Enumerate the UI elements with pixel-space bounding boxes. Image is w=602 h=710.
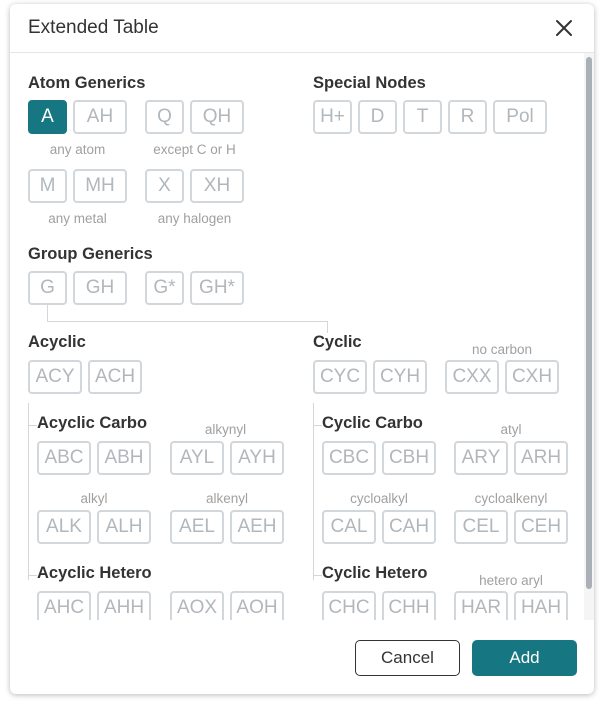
acyclic-hetero-button-AOH[interactable]: AOH [230, 591, 284, 620]
group-button-G-star[interactable]: G* [145, 271, 184, 305]
acyclic-button-ACY[interactable]: ACY [28, 360, 82, 394]
special-button-R[interactable]: R [448, 100, 487, 134]
atom-button-Q[interactable]: Q [145, 100, 184, 134]
caption-cycloalkyl: cycloalkyl [350, 491, 408, 506]
acyclic-tree-line [28, 575, 37, 576]
caption-any-halogen: any halogen [157, 211, 232, 226]
atom-button-AH[interactable]: AH [73, 100, 127, 134]
cyclic-hetero-button-HAR[interactable]: HAR [454, 591, 508, 620]
section-cyclic-carbo-title: Cyclic Carbo [322, 414, 426, 433]
section-cyclic-hetero-title: Cyclic Hetero [322, 564, 431, 583]
acyclic-carbo-button-AYH[interactable]: AYH [230, 441, 284, 475]
scrollbar[interactable] [584, 53, 594, 620]
atom-button-A[interactable]: A [28, 100, 67, 134]
caption-alkynyl: alkynyl [204, 422, 247, 437]
group-button-G[interactable]: G [28, 271, 67, 305]
cyclic-tree-line [313, 425, 322, 426]
acyclic-carbo-button-AYL[interactable]: AYL [170, 441, 224, 475]
connector-line [47, 305, 48, 322]
group-button-GH[interactable]: GH [73, 271, 127, 305]
section-atom-generics-title: Atom Generics [28, 74, 146, 92]
cyclic-tree-line [313, 575, 322, 576]
cyclic-button-CYC[interactable]: CYC [313, 360, 367, 394]
cyclic-carbo-button-CEH[interactable]: CEH [514, 510, 568, 544]
caption-alkenyl: alkenyl [205, 491, 249, 506]
atom-button-QH[interactable]: QH [190, 100, 244, 134]
cyclic-button-CXX[interactable]: CXX [445, 360, 499, 394]
cyclic-carbo-button-CBH[interactable]: CBH [382, 441, 436, 475]
atom-button-M[interactable]: M [28, 169, 67, 203]
cyclic-button-CYH[interactable]: CYH [373, 360, 427, 394]
cyclic-carbo-button-CBC[interactable]: CBC [322, 441, 376, 475]
acyclic-carbo-button-AEH[interactable]: AEH [230, 510, 284, 544]
dialog-title: Extended Table [28, 17, 159, 38]
acyclic-tree-line [28, 425, 37, 426]
atom-button-MH[interactable]: MH [73, 169, 127, 203]
cyclic-hetero-button-CHC[interactable]: CHC [322, 591, 376, 620]
section-cyclic-title: Cyclic [313, 333, 362, 351]
acyclic-hetero-button-AHH[interactable]: AHH [97, 591, 151, 620]
caption-any-metal: any metal [48, 211, 107, 226]
section-acyclic-carbo-title: Acyclic Carbo [37, 414, 151, 433]
add-button[interactable]: Add [472, 640, 577, 676]
extended-table-dialog: Extended Table Atom Generics A AH any at… [10, 4, 594, 694]
cyclic-hetero-button-CHH[interactable]: CHH [382, 591, 436, 620]
caption-atyl: atyl [500, 422, 522, 437]
dialog-header: Extended Table [10, 4, 594, 53]
special-button-D[interactable]: D [358, 100, 397, 134]
group-button-GH-star[interactable]: GH* [190, 271, 244, 305]
cyclic-tree-line [313, 403, 314, 580]
caption-any-atom: any atom [49, 142, 106, 157]
acyclic-carbo-button-AEL[interactable]: AEL [170, 510, 224, 544]
caption-except-c-h: except C or H [153, 142, 236, 157]
section-special-nodes-title: Special Nodes [313, 74, 426, 92]
cyclic-carbo-button-CAL[interactable]: CAL [322, 510, 376, 544]
acyclic-hetero-button-AHC[interactable]: AHC [37, 591, 91, 620]
cyclic-carbo-button-CEL[interactable]: CEL [454, 510, 508, 544]
special-button-Pol[interactable]: Pol [493, 100, 547, 134]
acyclic-hetero-button-AOX[interactable]: AOX [170, 591, 224, 620]
dialog-content: Atom Generics A AH any atom Q QH except … [10, 53, 584, 620]
acyclic-carbo-button-ALH[interactable]: ALH [97, 510, 151, 544]
connector-line [327, 321, 328, 333]
connector-line [47, 321, 328, 322]
caption-cycloalkenyl: cycloalkenyl [474, 491, 548, 506]
special-button-H-plus[interactable]: H+ [313, 100, 352, 134]
acyclic-carbo-button-ABC[interactable]: ABC [37, 441, 91, 475]
acyclic-carbo-button-ABH[interactable]: ABH [97, 441, 151, 475]
acyclic-tree-line [28, 403, 29, 580]
close-button[interactable] [550, 14, 578, 42]
atom-button-XH[interactable]: XH [190, 169, 244, 203]
section-group-generics-title: Group Generics [28, 245, 153, 263]
cyclic-hetero-button-HAH[interactable]: HAH [514, 591, 568, 620]
acyclic-carbo-button-ALK[interactable]: ALK [37, 510, 91, 544]
caption-no-carbon: no carbon [471, 342, 533, 357]
cyclic-carbo-button-ARH[interactable]: ARH [514, 441, 568, 475]
atom-button-X[interactable]: X [145, 169, 184, 203]
cyclic-button-CXH[interactable]: CXH [505, 360, 559, 394]
special-button-T[interactable]: T [403, 100, 442, 134]
section-acyclic-hetero-title: Acyclic Hetero [37, 564, 155, 583]
cyclic-carbo-button-ARY[interactable]: ARY [454, 441, 508, 475]
cyclic-carbo-button-CAH[interactable]: CAH [382, 510, 436, 544]
caption-hetero-aryl: hetero aryl [479, 573, 543, 588]
caption-alkyl: alkyl [80, 491, 108, 506]
section-acyclic-title: Acyclic [28, 333, 86, 351]
acyclic-button-ACH[interactable]: ACH [88, 360, 142, 394]
close-icon [556, 20, 572, 36]
cancel-button[interactable]: Cancel [355, 640, 460, 676]
scrollbar-thumb[interactable] [586, 57, 592, 589]
